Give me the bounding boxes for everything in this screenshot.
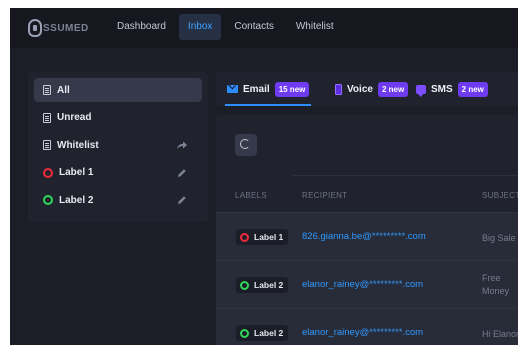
recipient-link[interactable]: 826.gianna.be@*********.com bbox=[302, 231, 426, 242]
column-header-subject: SUBJECT bbox=[482, 191, 518, 200]
green-ring-icon bbox=[240, 280, 249, 290]
tab-badge: 15 new bbox=[274, 81, 310, 97]
top-nav-bar: SSUMED Dashboard Inbox Contacts Whitelis… bbox=[10, 8, 518, 48]
label-tag[interactable]: Label 2 bbox=[236, 277, 289, 293]
red-ring-icon bbox=[240, 232, 249, 242]
sidebar-item-label: All bbox=[57, 84, 70, 96]
pencil-icon[interactable] bbox=[176, 167, 188, 179]
label-tag-text: Label 2 bbox=[254, 328, 284, 338]
column-header-recipient: RECIPIENT bbox=[302, 191, 348, 200]
mail-icon bbox=[227, 85, 238, 93]
table-row[interactable]: Label 2 elanor_rainey@*********.com Hi E… bbox=[216, 308, 518, 345]
subject-text: Big Sale bbox=[482, 232, 518, 245]
divider bbox=[292, 175, 518, 176]
tab-label: Email bbox=[243, 83, 270, 95]
subject-text: Hi Elanor bbox=[482, 328, 518, 341]
table-row[interactable]: Label 1 826.gianna.be@*********.com Big … bbox=[216, 212, 518, 260]
app-logo[interactable]: SSUMED bbox=[28, 17, 89, 39]
subject-line: Money bbox=[482, 286, 510, 296]
nav-inbox[interactable]: Inbox bbox=[178, 14, 222, 40]
label-tag[interactable]: Label 2 bbox=[236, 325, 289, 341]
subject-text: Free Money bbox=[482, 272, 518, 298]
tab-label: Voice bbox=[347, 83, 373, 95]
green-ring-icon bbox=[240, 328, 249, 338]
refresh-button[interactable] bbox=[235, 134, 257, 156]
tab-email[interactable]: Email 15 new bbox=[227, 72, 310, 106]
main-nav: Dashboard Inbox Contacts Whitelist bbox=[108, 14, 343, 40]
document-icon bbox=[43, 112, 51, 123]
share-icon[interactable] bbox=[176, 139, 188, 151]
sidebar: All Unread Whitelist Label 1 Label 2 bbox=[28, 72, 208, 222]
sidebar-item-label: Label 1 bbox=[59, 167, 94, 178]
sidebar-item-unread[interactable]: Unread bbox=[34, 106, 202, 130]
subject-line: Big Sale bbox=[482, 233, 516, 243]
sidebar-item-label-2[interactable]: Label 2 bbox=[34, 188, 202, 212]
label-tag-text: Label 1 bbox=[254, 232, 284, 242]
sidebar-item-all[interactable]: All bbox=[34, 78, 202, 102]
sidebar-item-label: Unread bbox=[57, 112, 92, 123]
active-tab-indicator bbox=[225, 104, 311, 106]
channel-tabs: Email 15 new Voice 2 new SMS 2 new bbox=[216, 72, 518, 106]
red-ring-icon bbox=[43, 167, 53, 178]
sidebar-item-whitelist[interactable]: Whitelist bbox=[34, 133, 202, 157]
table-row[interactable]: Label 2 elanor_rainey@*********.com Free… bbox=[216, 260, 518, 308]
nav-whitelist[interactable]: Whitelist bbox=[287, 14, 343, 40]
recipient-link[interactable]: elanor_rainey@*********.com bbox=[302, 279, 423, 290]
label-tag-text: Label 2 bbox=[254, 280, 284, 290]
tab-badge: 2 new bbox=[377, 81, 409, 97]
green-ring-icon bbox=[43, 195, 53, 205]
message-panel: LABELS RECIPIENT SUBJECT Label 1 826.gia… bbox=[216, 115, 518, 345]
pencil-icon[interactable] bbox=[176, 194, 188, 206]
sidebar-item-label: Whitelist bbox=[57, 139, 99, 151]
tab-label: SMS bbox=[431, 83, 453, 95]
sms-icon bbox=[416, 84, 426, 97]
document-icon bbox=[43, 85, 51, 95]
recipient-link[interactable]: elanor_rainey@*********.com bbox=[302, 327, 423, 338]
document-icon bbox=[43, 140, 51, 150]
label-tag[interactable]: Label 1 bbox=[236, 229, 289, 245]
subject-line: Hi Elanor bbox=[482, 329, 518, 339]
app-window: SSUMED Dashboard Inbox Contacts Whitelis… bbox=[10, 8, 518, 345]
logo-icon bbox=[28, 19, 42, 37]
sidebar-item-label: Label 2 bbox=[59, 194, 94, 206]
tab-voice[interactable]: Voice 2 new bbox=[335, 72, 409, 106]
phone-icon bbox=[335, 83, 342, 95]
column-header-labels: LABELS bbox=[235, 191, 268, 200]
nav-contacts[interactable]: Contacts bbox=[225, 14, 282, 40]
tab-badge: 2 new bbox=[457, 81, 488, 97]
subject-line: Free bbox=[482, 273, 501, 283]
sidebar-item-label-1[interactable]: Label 1 bbox=[34, 161, 202, 185]
logo-text: SSUMED bbox=[43, 22, 89, 34]
tab-sms[interactable]: SMS 2 new bbox=[416, 72, 488, 106]
nav-dashboard[interactable]: Dashboard bbox=[108, 14, 175, 40]
